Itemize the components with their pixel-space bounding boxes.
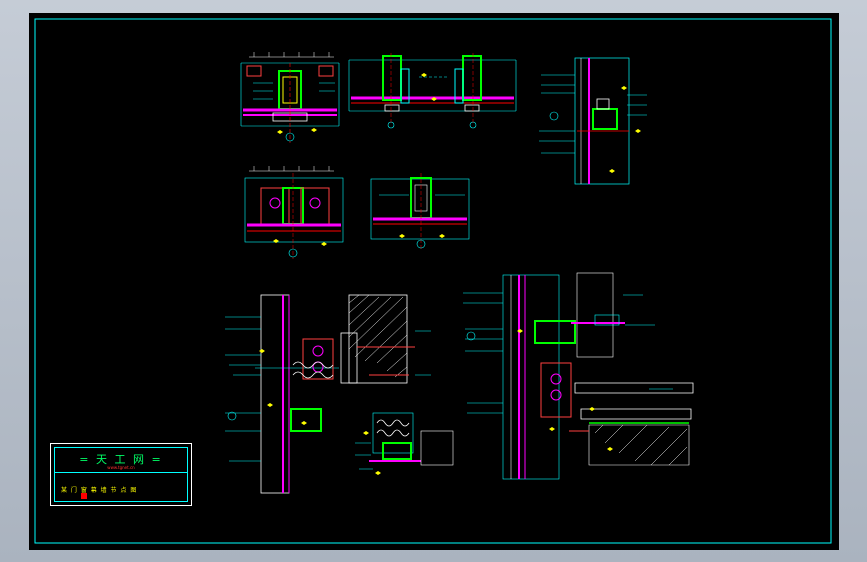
red-marker <box>81 493 87 499</box>
detail-2 <box>348 53 517 129</box>
website-text: www.tgnet.cn <box>107 465 135 470</box>
detail-1 <box>240 52 340 143</box>
title-block: = 天 工 网 = www.tgnet.cn 某 门 窗 幕 墙 节 点 图 <box>50 443 192 506</box>
detail-6 <box>225 294 454 494</box>
title-divider <box>55 472 187 473</box>
drawing-name: 某 门 窗 幕 墙 节 点 图 <box>61 487 138 494</box>
detail-3 <box>539 57 647 185</box>
detail-7 <box>463 272 694 480</box>
detail-5 <box>370 173 470 249</box>
title-block-inner: = 天 工 网 = www.tgnet.cn 某 门 窗 幕 墙 节 点 图 <box>54 447 188 502</box>
detail-4 <box>244 166 344 259</box>
cad-drawing-canvas[interactable]: = 天 工 网 = www.tgnet.cn 某 门 窗 幕 墙 节 点 图 <box>29 13 839 550</box>
